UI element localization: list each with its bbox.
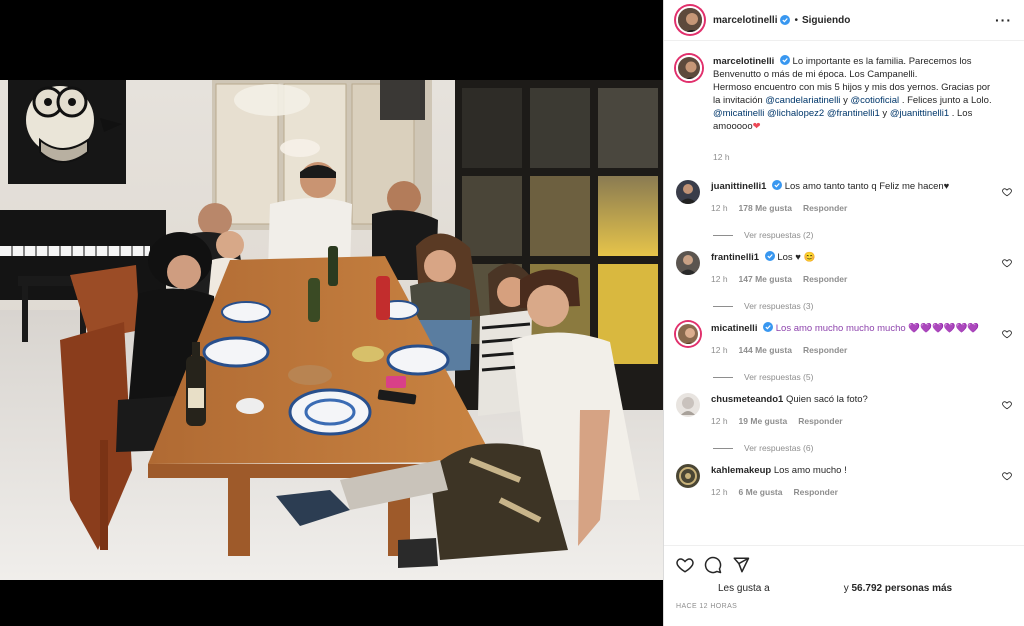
view-replies-button[interactable]: Ver respuestas (2): [713, 229, 996, 242]
comment-body: kahlemakeup Los amo mucho ! 12 h 6 Me gu…: [711, 464, 1012, 499]
commenter-username[interactable]: chusmeteando1: [711, 394, 783, 405]
like-comment-heart-icon[interactable]: [1002, 329, 1012, 339]
post-media-area: [0, 0, 663, 626]
post-caption: marcelotinelli Lo importante es la famil…: [676, 55, 1012, 164]
replies-line: [713, 448, 733, 449]
comment-text: Los ♥ 😊: [777, 252, 816, 263]
comment-text: Quien sacó la foto?: [785, 394, 868, 405]
view-replies-button[interactable]: Ver respuestas (3): [713, 300, 996, 313]
view-replies-label: Ver respuestas (2): [744, 230, 814, 240]
reply-button[interactable]: Responder: [803, 202, 847, 215]
replies-line: [713, 306, 733, 307]
commenter-avatar[interactable]: [676, 251, 700, 275]
like-comment-heart-icon[interactable]: [1002, 187, 1012, 197]
comment-text: Los amo mucho !: [773, 465, 847, 476]
comment-likes[interactable]: 6 Me gusta: [739, 486, 783, 499]
reply-button[interactable]: Responder: [793, 486, 837, 499]
comment-likes[interactable]: 144 Me gusta: [739, 344, 792, 357]
post-side-panel: marcelotinelli • Siguiendo ··· marceloti…: [663, 0, 1024, 626]
post-header: marcelotinelli • Siguiendo ···: [664, 0, 1024, 41]
post-photo[interactable]: [0, 80, 663, 580]
replies-line: [713, 235, 733, 236]
comment-body: frantinelli1 Los ♥ 😊 12 h 147 Me gusta R…: [711, 251, 1012, 313]
caption-conjunction: y: [882, 108, 888, 119]
like-comment-heart-icon[interactable]: [1002, 400, 1012, 410]
comment-icon[interactable]: [704, 556, 722, 574]
commenter-avatar[interactable]: [676, 322, 700, 346]
red-heart-emoji: ❤: [752, 121, 761, 132]
comment-body: micatinelli Los amo mucho mucho mucho 💜💜…: [711, 322, 1012, 384]
comment-item: chusmeteando1 Quien sacó la foto? 12 h 1…: [676, 393, 1012, 455]
commenter-username[interactable]: kahlemakeup: [711, 465, 771, 476]
comment-time[interactable]: 12 h: [711, 486, 728, 499]
replies-line: [713, 377, 733, 378]
view-replies-label: Ver respuestas (5): [744, 372, 814, 382]
caption-conjunction: y: [843, 95, 848, 106]
verified-badge-icon: [763, 322, 774, 332]
like-comment-heart-icon[interactable]: [1002, 471, 1012, 481]
view-replies-button[interactable]: Ver respuestas (5): [713, 371, 996, 384]
more-options-icon[interactable]: ···: [995, 12, 1012, 28]
reply-button[interactable]: Responder: [803, 344, 847, 357]
following-button[interactable]: Siguiendo: [802, 15, 850, 26]
reply-button[interactable]: Responder: [803, 273, 847, 286]
likes-prefix: Les gusta a: [718, 583, 770, 594]
author-username[interactable]: marcelotinelli: [713, 15, 777, 26]
comment-likes[interactable]: 147 Me gusta: [739, 273, 792, 286]
commenter-avatar[interactable]: [676, 393, 700, 417]
share-icon[interactable]: [732, 556, 750, 574]
comments-section[interactable]: marcelotinelli Lo importante es la famil…: [664, 41, 1024, 545]
likes-summary: Les gusta a y 56.792 personas más: [676, 583, 1013, 594]
mention-link[interactable]: @candelariatinelli: [765, 95, 840, 106]
view-replies-button[interactable]: Ver respuestas (6): [713, 442, 996, 455]
likes-connector: y: [843, 583, 849, 594]
verified-badge-icon: [780, 15, 791, 25]
comment-body: juanittinelli1 Los amo tanto tanto q Fel…: [711, 180, 1012, 242]
verified-badge-icon: [779, 55, 790, 65]
comment-item: juanittinelli1 Los amo tanto tanto q Fel…: [676, 180, 1012, 242]
commenter-avatar[interactable]: [676, 180, 700, 204]
comment-time[interactable]: 12 h: [711, 202, 728, 215]
comment-item: micatinelli Los amo mucho mucho mucho 💜💜…: [676, 322, 1012, 384]
verified-badge-icon: [764, 251, 775, 261]
commenter-username[interactable]: frantinelli1: [711, 252, 759, 263]
mention-link[interactable]: @lichalopez2: [767, 108, 824, 119]
post-actions: Les gusta a y 56.792 personas más HACE 1…: [664, 545, 1024, 610]
commenter-username[interactable]: micatinelli: [711, 323, 757, 334]
mention-link[interactable]: @frantinelli1: [827, 108, 880, 119]
comment-likes[interactable]: 178 Me gusta: [739, 202, 792, 215]
verified-badge-icon: [772, 180, 783, 190]
view-replies-label: Ver respuestas (6): [744, 443, 814, 453]
post-time-ago[interactable]: HACE 12 HORAS: [676, 603, 1013, 610]
likes-count[interactable]: 56.792 personas más: [852, 583, 953, 594]
reply-button[interactable]: Responder: [798, 415, 842, 428]
comment-item: kahlemakeup Los amo mucho ! 12 h 6 Me gu…: [676, 464, 1012, 499]
mention-link[interactable]: @cotioficial: [850, 95, 899, 106]
action-icons: [676, 554, 1013, 576]
comment-time[interactable]: 12 h: [711, 415, 728, 428]
header-separator: •: [794, 14, 798, 26]
caption-username[interactable]: marcelotinelli: [713, 56, 774, 67]
comment-text: Los amo tanto tanto q Feliz me hacen♥: [784, 181, 950, 192]
caption-body: marcelotinelli Lo importante es la famil…: [713, 55, 1012, 164]
caption-text-3: . Felices junto a Lolo.: [901, 95, 992, 106]
like-heart-icon[interactable]: [676, 556, 694, 574]
author-avatar[interactable]: [676, 6, 704, 34]
commenter-avatar[interactable]: [676, 464, 700, 488]
like-comment-heart-icon[interactable]: [1002, 258, 1012, 268]
comment-body: chusmeteando1 Quien sacó la foto? 12 h 1…: [711, 393, 1012, 455]
mention-link[interactable]: @micatinelli: [713, 108, 764, 119]
caption-avatar[interactable]: [676, 55, 702, 81]
comment-time[interactable]: 12 h: [711, 344, 728, 357]
comment-time[interactable]: 12 h: [711, 273, 728, 286]
comment-likes[interactable]: 19 Me gusta: [739, 415, 788, 428]
mention-link[interactable]: @juanittinelli1: [890, 108, 949, 119]
caption-time[interactable]: 12 h: [713, 151, 730, 164]
comment-text: Los amo mucho mucho mucho 💜💜💜💜💜💜: [775, 323, 980, 334]
commenter-username[interactable]: juanittinelli1: [711, 181, 766, 192]
comment-item: frantinelli1 Los ♥ 😊 12 h 147 Me gusta R…: [676, 251, 1012, 313]
view-replies-label: Ver respuestas (3): [744, 301, 814, 311]
